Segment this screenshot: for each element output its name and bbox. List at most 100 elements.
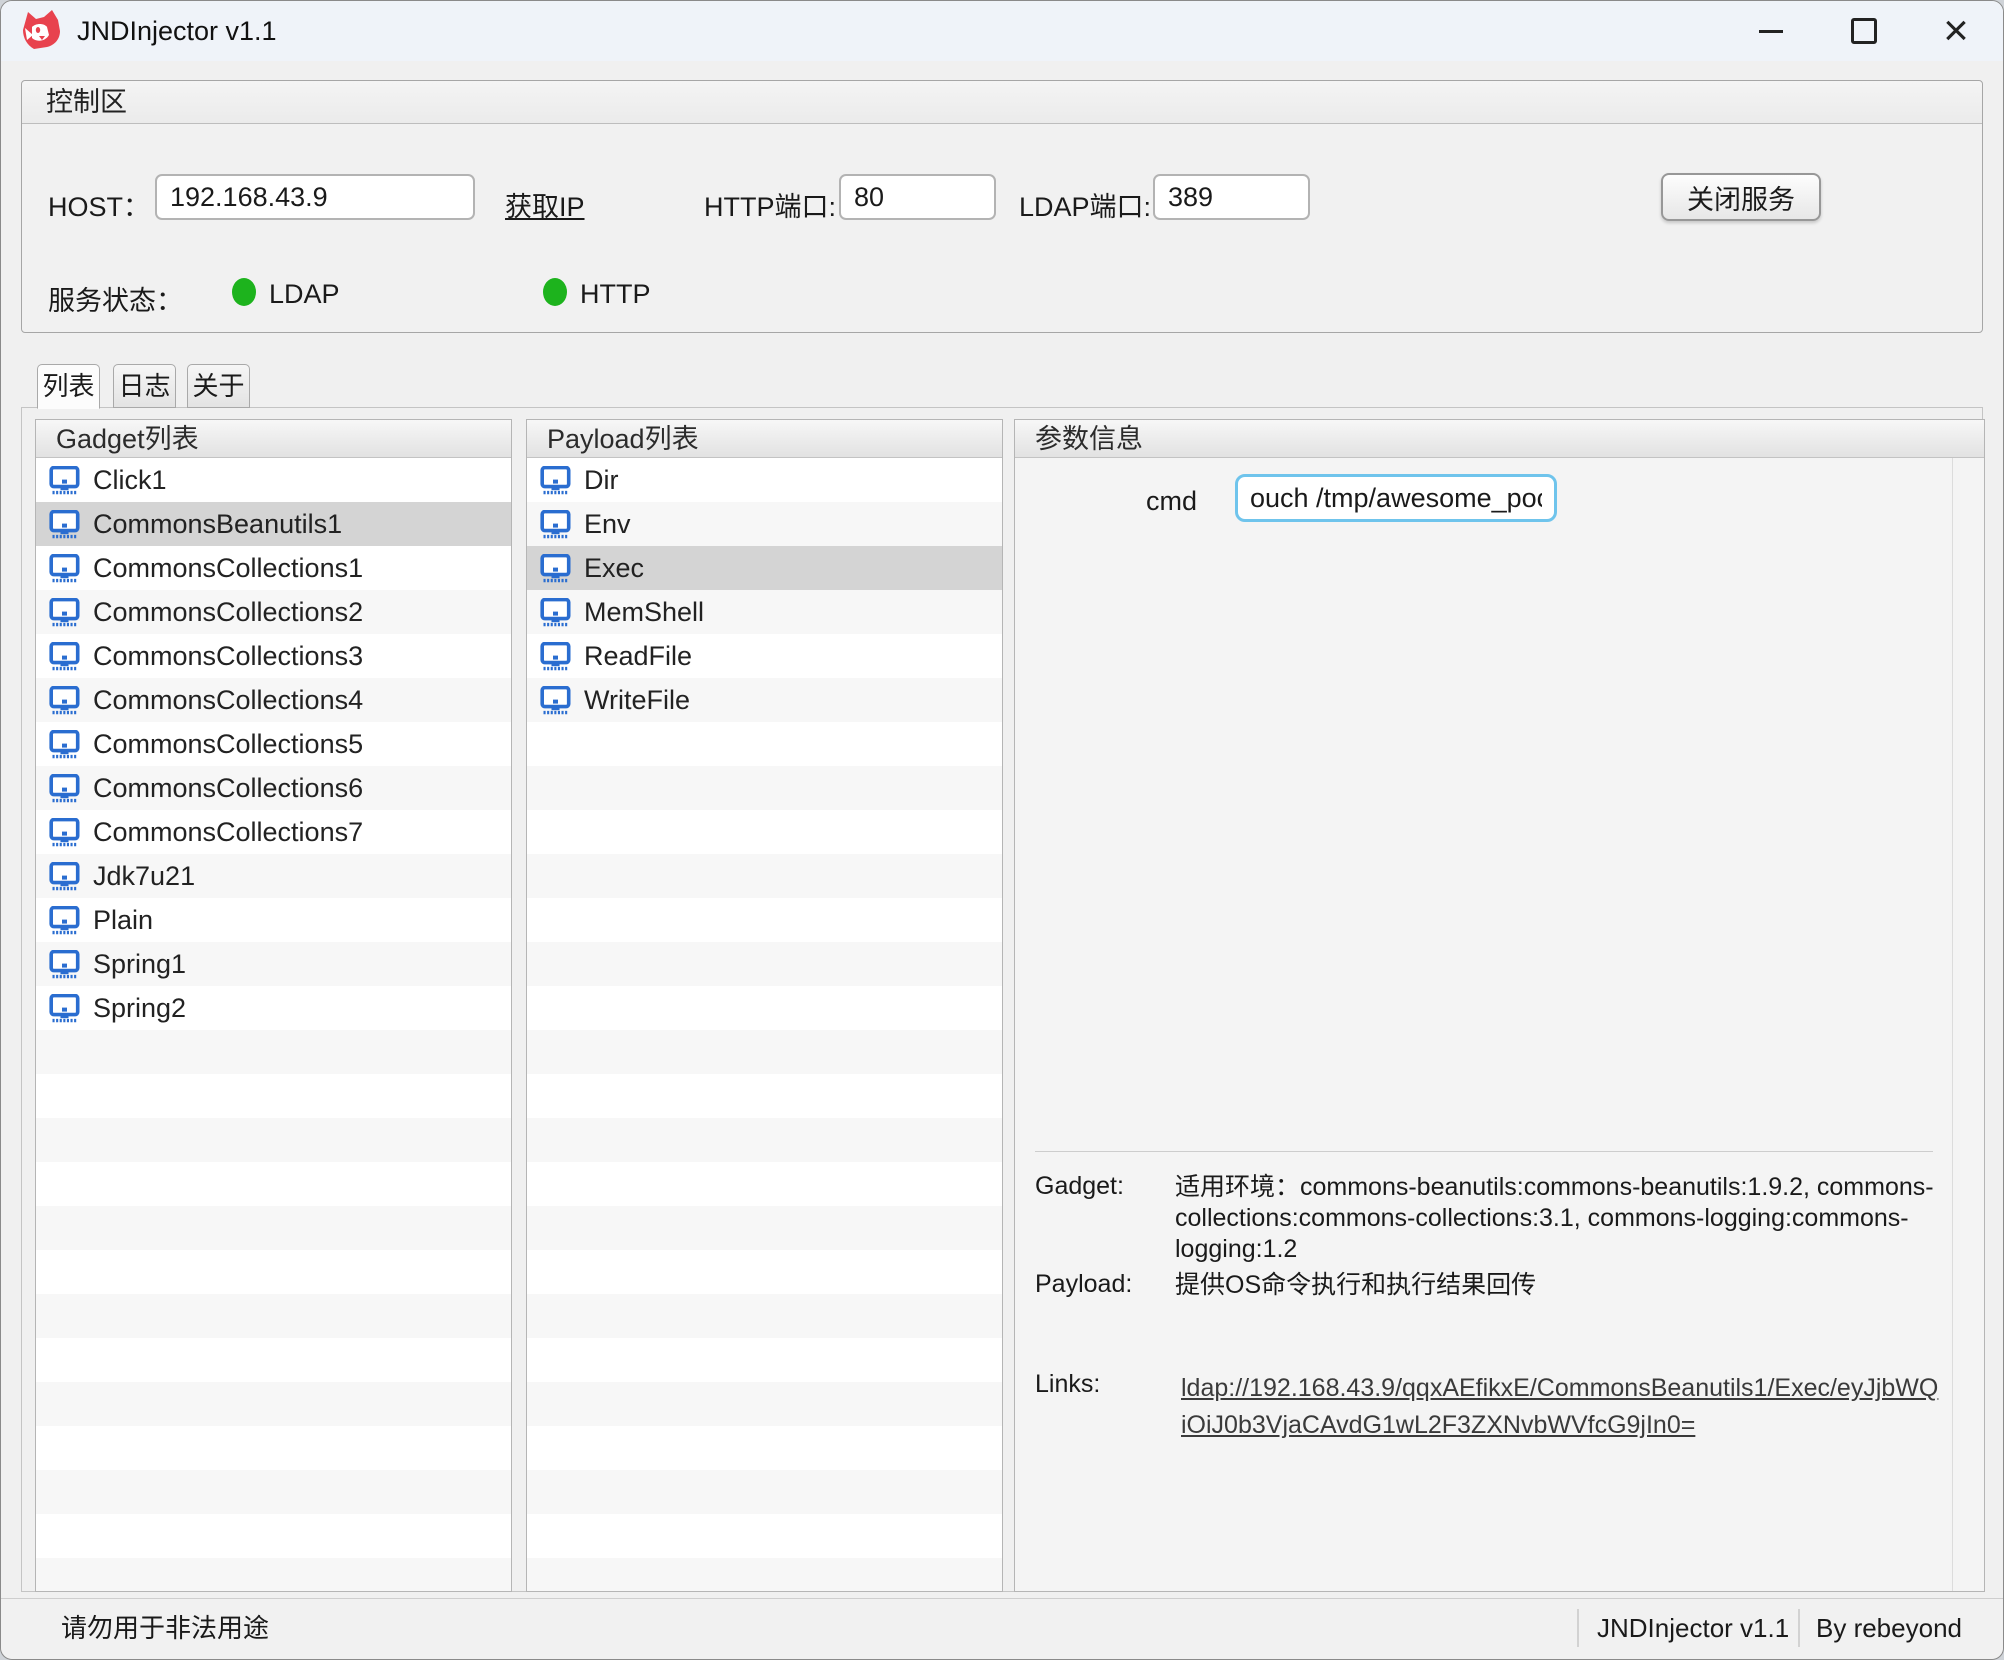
tab-log[interactable]: 日志 <box>113 364 176 408</box>
payload-info-label: Payload: <box>1035 1270 1132 1299</box>
http-service-label: HTTP <box>580 279 651 310</box>
list-filler-row <box>527 1558 1002 1592</box>
list-item[interactable]: WriteFile <box>527 678 1002 722</box>
list-item[interactable]: CommonsCollections1 <box>36 546 511 590</box>
monitor-icon <box>540 642 571 671</box>
payload-list: Dir Env Exec MemShell ReadFile WriteFile <box>527 458 1002 1591</box>
list-filler-row <box>527 1118 1002 1162</box>
params-panel-title: 参数信息 <box>1015 420 1984 458</box>
list-item[interactable]: CommonsCollections2 <box>36 590 511 634</box>
payload-panel-title: Payload列表 <box>527 420 1002 458</box>
list-filler-row <box>527 1250 1002 1294</box>
status-version: JNDInjector v1.1 <box>1597 1599 1789 1657</box>
minimize-button[interactable] <box>1742 1 1800 61</box>
list-item-label: Dir <box>584 465 619 496</box>
monitor-icon <box>49 994 80 1023</box>
list-item-label: CommonsCollections5 <box>93 729 363 760</box>
list-item-label: CommonsCollections6 <box>93 773 363 804</box>
gadget-panel: Gadget列表 Click1 CommonsBeanutils1 Common… <box>35 419 512 1592</box>
list-item[interactable]: CommonsBeanutils1 <box>36 502 511 546</box>
list-filler-row <box>36 1338 511 1382</box>
list-item[interactable]: Exec <box>527 546 1002 590</box>
close-button[interactable]: × <box>1927 1 1985 61</box>
list-item[interactable]: CommonsCollections4 <box>36 678 511 722</box>
list-filler-row <box>36 1426 511 1470</box>
host-input[interactable] <box>155 174 475 220</box>
list-item[interactable]: Jdk7u21 <box>36 854 511 898</box>
tab-about[interactable]: 关于 <box>187 364 250 408</box>
payload-panel: Payload列表 Dir Env Exec MemShell ReadFile… <box>526 419 1003 1592</box>
list-item[interactable]: Plain <box>36 898 511 942</box>
list-filler-row <box>36 1162 511 1206</box>
list-item[interactable]: CommonsCollections5 <box>36 722 511 766</box>
links-info-label: Links: <box>1035 1370 1100 1399</box>
list-filler-row <box>527 1514 1002 1558</box>
gadget-info-value: 适用环境：commons-beanutils:commons-beanutils… <box>1175 1172 1947 1265</box>
list-item[interactable]: CommonsCollections7 <box>36 810 511 854</box>
list-item-label: CommonsCollections7 <box>93 817 363 848</box>
get-ip-link[interactable]: 获取IP <box>505 185 585 224</box>
http-port-label: HTTP端口: <box>704 185 836 224</box>
gadget-list: Click1 CommonsBeanutils1 CommonsCollecti… <box>36 458 511 1591</box>
window-title: JNDInjector v1.1 <box>77 1 277 61</box>
list-filler-row <box>527 1294 1002 1338</box>
list-item[interactable]: MemShell <box>527 590 1002 634</box>
list-item[interactable]: Dir <box>527 458 1002 502</box>
status-bar: 请勿用于非法用途 JNDInjector v1.1 By rebeyond <box>1 1598 2003 1659</box>
ldap-service-label: LDAP <box>269 279 340 310</box>
app-logo-wolf-icon <box>19 9 63 53</box>
list-filler-row <box>527 1206 1002 1250</box>
monitor-icon <box>49 950 80 979</box>
tab-list[interactable]: 列表 <box>37 364 100 409</box>
list-item-label: CommonsBeanutils1 <box>93 509 342 540</box>
control-group: 控制区 HOST： 获取IP HTTP端口: LDAP端口: 关闭服务 服务状态… <box>21 80 1983 333</box>
params-panel: 参数信息 cmd Gadget: 适用环境：commons-beanutils:… <box>1014 419 1985 1592</box>
monitor-icon <box>49 818 80 847</box>
list-filler-row <box>527 766 1002 810</box>
list-filler-row <box>527 1162 1002 1206</box>
list-filler-row <box>527 898 1002 942</box>
list-filler-row <box>527 1338 1002 1382</box>
monitor-icon <box>540 510 571 539</box>
list-item[interactable]: Spring1 <box>36 942 511 986</box>
exploit-link[interactable]: ldap://192.168.43.9/qqxAEfikxE/CommonsBe… <box>1181 1370 1941 1444</box>
list-filler-row <box>527 1382 1002 1426</box>
list-filler-row <box>36 1206 511 1250</box>
list-filler-row <box>527 1470 1002 1514</box>
list-item[interactable]: Env <box>527 502 1002 546</box>
list-item[interactable]: Click1 <box>36 458 511 502</box>
monitor-icon <box>49 862 80 891</box>
monitor-icon <box>540 686 571 715</box>
status-message: 请勿用于非法用途 <box>61 1599 269 1657</box>
monitor-icon <box>49 642 80 671</box>
list-item[interactable]: CommonsCollections6 <box>36 766 511 810</box>
monitor-icon <box>49 466 80 495</box>
list-item-label: CommonsCollections2 <box>93 597 363 628</box>
stop-service-button[interactable]: 关闭服务 <box>1661 173 1821 221</box>
list-item[interactable]: Spring2 <box>36 986 511 1030</box>
service-status-label: 服务状态： <box>48 279 183 318</box>
list-filler-row <box>527 1074 1002 1118</box>
maximize-button[interactable] <box>1835 1 1893 61</box>
monitor-icon <box>540 554 571 583</box>
list-filler-row <box>527 1030 1002 1074</box>
list-filler-row <box>36 1382 511 1426</box>
ldap-status-dot <box>232 278 256 306</box>
list-item[interactable]: CommonsCollections3 <box>36 634 511 678</box>
ldap-port-input[interactable] <box>1153 174 1310 220</box>
monitor-icon <box>49 774 80 803</box>
cmd-input[interactable] <box>1235 474 1557 522</box>
list-item-label: MemShell <box>584 597 704 628</box>
maximize-icon <box>1851 18 1877 44</box>
list-item-label: Plain <box>93 905 153 936</box>
list-filler-row <box>36 1294 511 1338</box>
list-item-label: ReadFile <box>584 641 692 672</box>
list-item-label: CommonsCollections3 <box>93 641 363 672</box>
list-filler-row <box>527 1426 1002 1470</box>
monitor-icon <box>49 686 80 715</box>
list-item-label: WriteFile <box>584 685 690 716</box>
http-port-input[interactable] <box>839 174 996 220</box>
list-item[interactable]: ReadFile <box>527 634 1002 678</box>
monitor-icon <box>49 906 80 935</box>
list-item-label: Click1 <box>93 465 167 496</box>
